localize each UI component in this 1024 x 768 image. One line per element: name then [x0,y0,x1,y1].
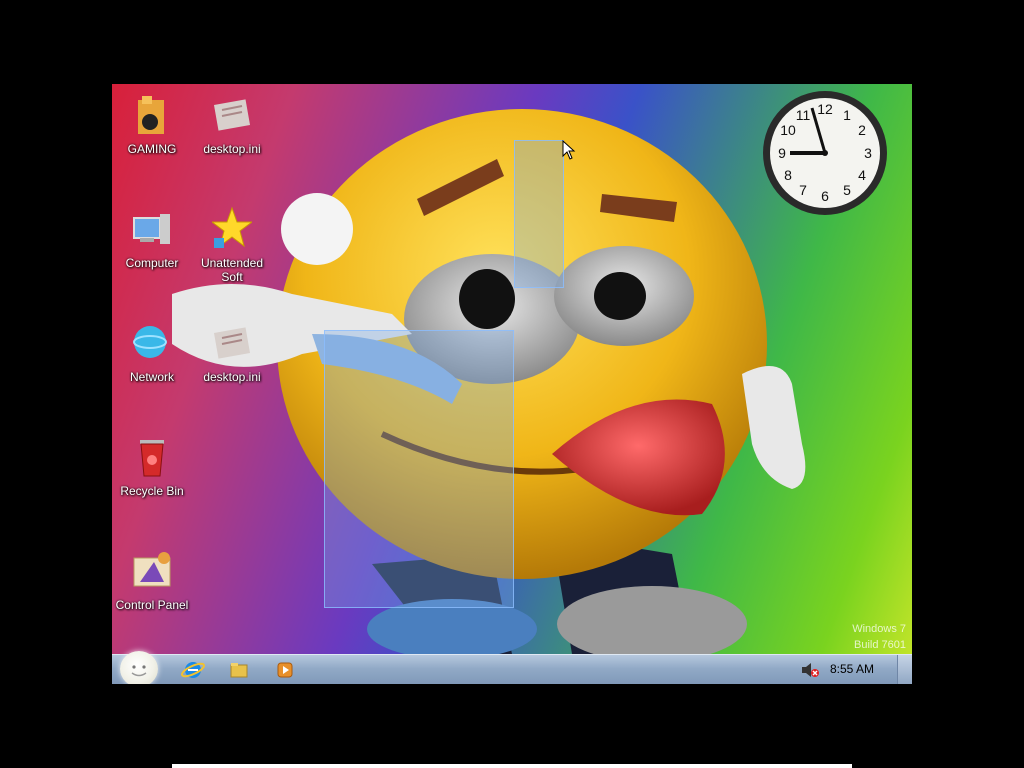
tray-clock[interactable]: 8:55 AM [830,662,890,676]
media-player-icon [277,662,293,678]
clock-number: 9 [778,145,786,161]
clock-number: 11 [796,107,811,123]
desktop-icon-label: GAMING [127,142,177,156]
computer-icon [133,214,170,244]
taskbar: 8:55 AM [112,651,912,684]
start-button[interactable] [120,651,158,684]
bottom-edge-bar [172,764,852,768]
desktop-icon-network[interactable]: Network [112,314,192,410]
mouse-pointer-icon [562,140,576,160]
windows-watermark: Windows 7 Build 7601 [852,623,906,651]
smiley-start-icon [131,665,147,677]
star-shortcut-icon [212,206,252,248]
network-icon [133,326,167,358]
ini-file-icon [213,327,251,359]
desktop-screen: GAMING desktop.ini Computer Unattended S… [112,84,912,684]
clock-number: 3 [864,145,872,161]
folder-icon [230,663,248,678]
clock-gadget[interactable]: 12 1 2 3 4 5 6 7 8 9 10 11 [762,90,888,216]
desktop-icon-gaming[interactable]: GAMING [112,86,192,182]
clock-number: 2 [858,122,866,138]
volume-muted-icon[interactable] [800,661,820,679]
clock-number: 4 [858,167,866,183]
ini-file-icon [213,99,251,131]
desktop-icon-desktop-ini-2[interactable]: desktop.ini [192,314,272,410]
clock-number: 1 [843,107,851,123]
recycle-bin-icon [140,440,164,477]
desktop-icon-label: Control Panel [115,598,189,612]
desktop-icon-label: Unattended Soft [200,256,264,284]
clock-number: 6 [821,188,829,204]
desktop-icon-label: desktop.ini [203,370,261,384]
clock-number: 7 [799,182,807,198]
desktop-icon-desktop-ini-1[interactable]: desktop.ini [192,86,272,182]
desktop-icon-label: desktop.ini [203,142,261,156]
clock-number: 10 [780,122,796,138]
desktop-icon-control-panel[interactable]: Control Panel [112,542,192,638]
desktop-icon-label: Recycle Bin [120,484,184,498]
ie-icon [180,662,206,678]
clock-number: 12 [817,101,833,117]
control-panel-icon [133,552,171,587]
desktop-icon-label: Computer [125,256,179,270]
desktop-icon-computer[interactable]: Computer [112,200,192,296]
show-desktop-button[interactable] [897,655,912,684]
selection-rectangle [324,330,514,608]
selection-rectangle [514,140,564,288]
clock-number: 8 [784,167,792,183]
clock-number: 5 [843,182,851,198]
gaming-folder-icon [138,96,164,134]
desktop-icon-unattended-soft[interactable]: Unattended Soft [192,200,272,296]
taskbar-explorer-button[interactable] [224,658,254,682]
taskbar-media-player-button[interactable] [270,658,300,682]
desktop-icon-recycle-bin[interactable]: Recycle Bin [112,428,192,524]
desktop-icon-label: Network [129,370,174,384]
taskbar-ie-button[interactable] [178,658,208,682]
